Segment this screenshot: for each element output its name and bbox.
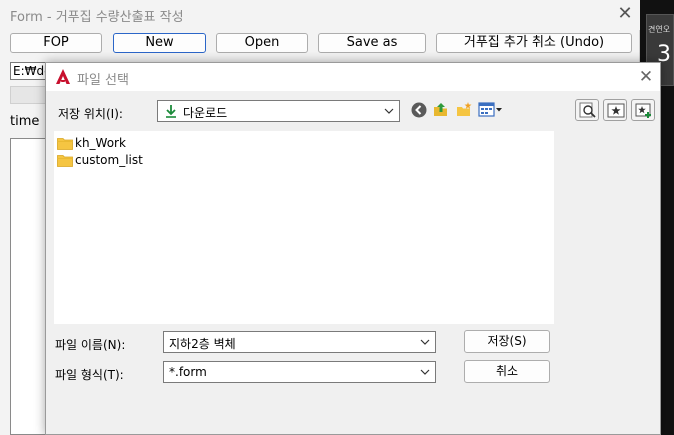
new-folder-icon[interactable] — [455, 101, 473, 119]
filename-input[interactable]: 지하2층 벽체 — [163, 331, 436, 353]
file-select-dialog: 파일 선택 ✕ 저장 위치(I): 다운로드 kh_Work custom_li… — [45, 62, 661, 435]
add-favorite-icon[interactable] — [631, 99, 655, 121]
back-icon[interactable] — [410, 101, 428, 119]
filetype-select[interactable]: *.form — [163, 361, 436, 383]
file-name: custom_list — [75, 153, 143, 167]
close-icon[interactable]: ✕ — [612, 3, 638, 25]
view-menu-icon[interactable] — [478, 101, 504, 119]
background-thumb-text: 견연오 — [648, 25, 671, 34]
dialog-titlebar: 파일 선택 ✕ — [46, 63, 660, 91]
filename-label: 파일 이름(N): — [55, 338, 126, 352]
fop-button[interactable]: FOP — [10, 33, 102, 53]
path-input[interactable]: E:₩dc — [10, 62, 50, 80]
location-value: 다운로드 — [183, 106, 228, 120]
location-select[interactable]: 다운로드 — [157, 100, 400, 122]
time-label: time | — [10, 114, 48, 129]
form-titlebar: Form - 거푸집 수량산출표 작성 ✕ — [0, 0, 640, 30]
file-list[interactable]: kh_Work custom_list — [54, 131, 554, 324]
filetype-label: 파일 형식(T): — [55, 368, 124, 382]
download-icon — [164, 104, 178, 118]
new-button[interactable]: New — [113, 33, 206, 53]
folder-icon — [57, 137, 73, 150]
dialog-title: 파일 선택 — [77, 73, 129, 88]
autocad-logo-icon — [55, 68, 71, 85]
favorites-icon[interactable] — [603, 99, 627, 121]
open-button[interactable]: Open — [216, 33, 308, 53]
secondary-field[interactable] — [10, 86, 46, 104]
cancel-button[interactable]: 취소 — [464, 360, 550, 383]
dialog-close-icon[interactable]: ✕ — [634, 66, 658, 88]
form-list-panel[interactable] — [10, 138, 50, 435]
chevron-down-icon[interactable] — [419, 335, 431, 349]
save-as-button[interactable]: Save as — [318, 33, 426, 53]
save-button[interactable]: 저장(S) — [464, 330, 550, 353]
up-folder-icon[interactable] — [432, 101, 450, 119]
undo-button[interactable]: 거푸집 추가 취소 (Undo) — [436, 33, 632, 53]
filetype-value: *.form — [169, 365, 207, 379]
search-icon[interactable] — [575, 99, 599, 121]
chevron-down-icon — [383, 104, 395, 118]
location-label: 저장 위치(I): — [58, 107, 123, 121]
chevron-down-icon[interactable] — [419, 365, 431, 379]
file-name: kh_Work — [75, 136, 126, 150]
form-title: Form - 거푸집 수량산출표 작성 — [10, 10, 184, 25]
filename-value: 지하2층 벽체 — [169, 337, 236, 351]
folder-icon — [57, 154, 73, 167]
